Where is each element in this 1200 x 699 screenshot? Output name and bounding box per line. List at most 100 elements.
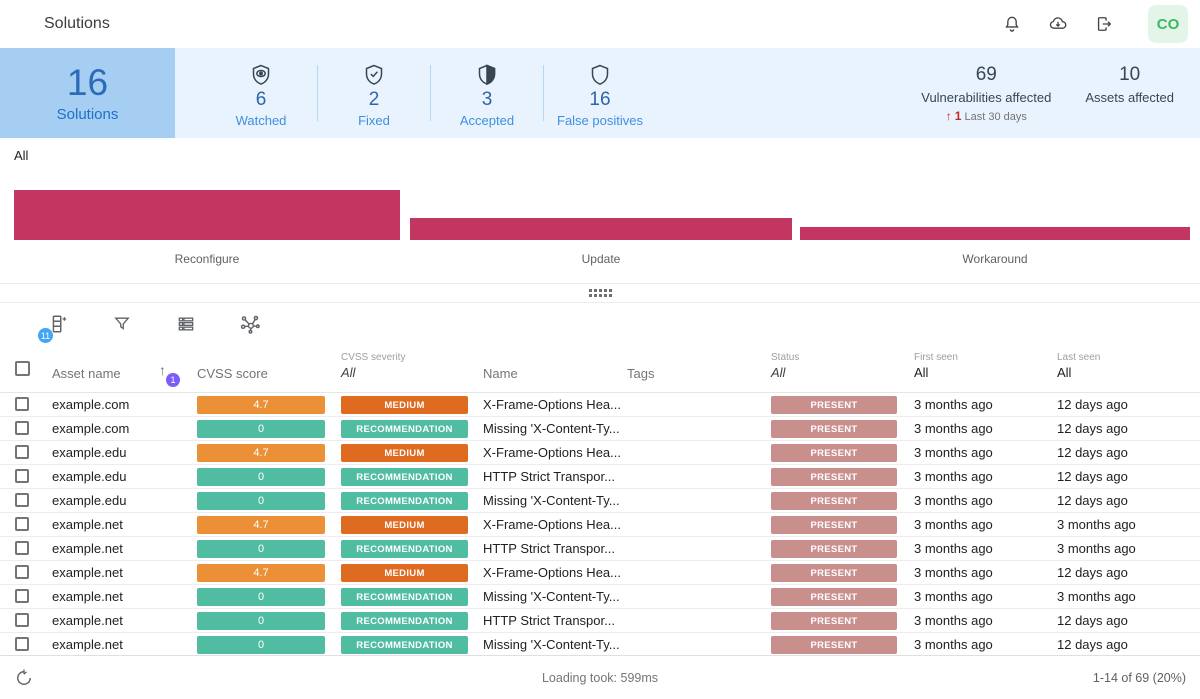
- table-row[interactable]: example.com 0 RECOMMENDATION Missing 'X-…: [0, 417, 1200, 441]
- table-header: Asset name ↑ 1 CVSS score CVSS severity …: [0, 345, 1200, 393]
- vulnerabilities-count: 69: [976, 64, 997, 86]
- stat-tile-false-positives[interactable]: 16False positives: [544, 59, 656, 128]
- notifications-bell-icon[interactable]: [1002, 14, 1022, 34]
- row-checkbox[interactable]: [15, 613, 29, 627]
- cvss-score-chip: 4.7: [197, 516, 325, 534]
- row-checkbox[interactable]: [15, 637, 29, 651]
- row-checkbox[interactable]: [15, 541, 29, 555]
- cell-first-seen: 3 months ago: [914, 637, 993, 652]
- stat-tile-fixed[interactable]: 2Fixed: [318, 59, 430, 128]
- table-row[interactable]: example.edu 4.7 MEDIUM X-Frame-Options H…: [0, 441, 1200, 465]
- cell-first-seen: 3 months ago: [914, 469, 993, 484]
- cvss-score-chip: 0: [197, 540, 325, 558]
- bar-workaround[interactable]: [800, 227, 1190, 240]
- table-row[interactable]: example.edu 0 RECOMMENDATION HTTP Strict…: [0, 465, 1200, 489]
- cvss-severity-chip: RECOMMENDATION: [341, 492, 468, 510]
- status-chip: PRESENT: [771, 444, 897, 462]
- status-filter[interactable]: All: [771, 365, 785, 380]
- table-row[interactable]: example.com 4.7 MEDIUM X-Frame-Options H…: [0, 393, 1200, 417]
- logout-icon[interactable]: [1094, 14, 1114, 34]
- row-checkbox[interactable]: [15, 397, 29, 411]
- table-row[interactable]: example.net 0 RECOMMENDATION HTTP Strict…: [0, 537, 1200, 561]
- status-chip: PRESENT: [771, 540, 897, 558]
- column-header-cvss-score[interactable]: CVSS score: [197, 366, 268, 381]
- column-header-name[interactable]: Name: [483, 366, 518, 381]
- status-chip: PRESENT: [771, 516, 897, 534]
- table-row[interactable]: example.net 4.7 MEDIUM X-Frame-Options H…: [0, 561, 1200, 585]
- status-chip: PRESENT: [771, 468, 897, 486]
- cell-vulnerability-name: X-Frame-Options Hea...: [483, 517, 621, 532]
- row-checkbox[interactable]: [15, 589, 29, 603]
- stat-tile-watched[interactable]: 6Watched: [205, 59, 317, 128]
- status-chip: PRESENT: [771, 492, 897, 510]
- cvss-severity-chip: RECOMMENDATION: [341, 612, 468, 630]
- table-row[interactable]: example.edu 0 RECOMMENDATION Missing 'X-…: [0, 489, 1200, 513]
- solutions-count: 16: [67, 63, 108, 103]
- cvss-score-chip: 4.7: [197, 444, 325, 462]
- stat-tile-solutions[interactable]: 16 Solutions: [0, 48, 175, 138]
- select-all-checkbox[interactable]: [15, 361, 30, 376]
- cvss-severity-chip: RECOMMENDATION: [341, 636, 468, 654]
- cell-asset-name: example.net: [52, 589, 123, 604]
- cell-last-seen: 12 days ago: [1057, 493, 1128, 508]
- list-view-button[interactable]: [174, 312, 198, 336]
- row-checkbox[interactable]: [15, 469, 29, 483]
- filter-button[interactable]: [110, 312, 134, 336]
- last-seen-filter[interactable]: All: [1057, 365, 1071, 380]
- cvss-severity-filter[interactable]: All: [341, 365, 355, 380]
- row-checkbox[interactable]: [15, 445, 29, 459]
- cell-asset-name: example.net: [52, 541, 123, 556]
- row-checkbox[interactable]: [15, 565, 29, 579]
- table-footer: Loading took: 599ms 1-14 of 69 (20%): [0, 655, 1200, 699]
- cvss-severity-chip: RECOMMENDATION: [341, 588, 468, 606]
- cell-first-seen: 3 months ago: [914, 421, 993, 436]
- status-chip: PRESENT: [771, 636, 897, 654]
- table-row[interactable]: example.net 0 RECOMMENDATION Missing 'X-…: [0, 633, 1200, 655]
- cell-asset-name: example.net: [52, 517, 123, 532]
- first-seen-filter[interactable]: All: [914, 365, 928, 380]
- bar-update[interactable]: [410, 218, 792, 240]
- cell-asset-name: example.edu: [52, 445, 126, 460]
- column-header-asset-name[interactable]: Asset name: [52, 366, 121, 381]
- status-chip: PRESENT: [771, 588, 897, 606]
- stat-label: Fixed: [358, 113, 390, 128]
- cell-asset-name: example.net: [52, 565, 123, 580]
- row-checkbox[interactable]: [15, 517, 29, 531]
- cell-last-seen: 12 days ago: [1057, 565, 1128, 580]
- cell-first-seen: 3 months ago: [914, 613, 993, 628]
- row-checkbox[interactable]: [15, 421, 29, 435]
- cvss-severity-chip: MEDIUM: [341, 444, 468, 462]
- cvss-score-chip: 0: [197, 588, 325, 606]
- stat-label: Accepted: [460, 113, 514, 128]
- stat-value: 3: [482, 89, 493, 111]
- table-row[interactable]: example.net 4.7 MEDIUM X-Frame-Options H…: [0, 513, 1200, 537]
- cell-first-seen: 3 months ago: [914, 589, 993, 604]
- loading-time-text: Loading took: 599ms: [0, 671, 1200, 685]
- bar-reconfigure[interactable]: [14, 190, 400, 240]
- cloud-download-icon[interactable]: [1048, 14, 1068, 34]
- graph-view-button[interactable]: [238, 312, 262, 336]
- stat-tile-accepted[interactable]: 3 Accepted: [431, 59, 543, 128]
- add-column-button[interactable]: 11: [46, 312, 70, 336]
- cvss-severity-chip: MEDIUM: [341, 564, 468, 582]
- panel-resize-handle[interactable]: [0, 283, 1200, 303]
- table-row[interactable]: example.net 0 RECOMMENDATION Missing 'X-…: [0, 585, 1200, 609]
- cell-vulnerability-name: Missing 'X-Content-Ty...: [483, 589, 620, 604]
- solutions-page: Solutions CO: [0, 0, 1200, 699]
- cell-asset-name: example.net: [52, 613, 123, 628]
- cvss-severity-chip: RECOMMENDATION: [341, 468, 468, 486]
- row-checkbox[interactable]: [15, 493, 29, 507]
- table-row[interactable]: example.net 0 RECOMMENDATION HTTP Strict…: [0, 609, 1200, 633]
- status-chip: PRESENT: [771, 612, 897, 630]
- table-toolbar: 11: [0, 303, 1200, 345]
- cell-vulnerability-name: X-Frame-Options Hea...: [483, 445, 621, 460]
- column-header-tags[interactable]: Tags: [627, 366, 654, 381]
- sort-ascending-icon[interactable]: ↑: [159, 362, 166, 378]
- column-header-last-seen: Last seen: [1057, 352, 1100, 363]
- stat-items: 6Watched2Fixed 3 Accepted 16False positives: [205, 48, 656, 138]
- trend-value: 1: [955, 109, 962, 123]
- cvss-severity-chip: RECOMMENDATION: [341, 420, 468, 438]
- avatar[interactable]: CO: [1148, 5, 1188, 43]
- cvss-score-chip: 0: [197, 468, 325, 486]
- bar-label-workaround: Workaround: [800, 252, 1190, 266]
